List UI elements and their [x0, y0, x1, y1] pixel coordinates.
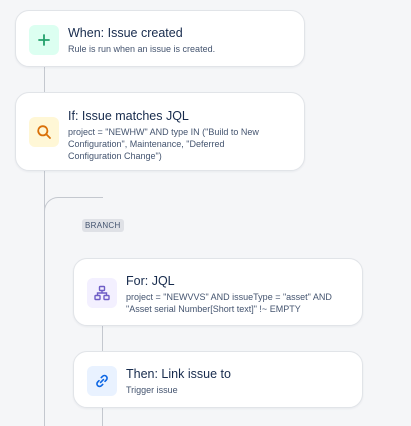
- trigger-icon-box: [29, 25, 59, 55]
- plus-icon: [38, 34, 50, 46]
- condition-description: project = "NEWHW" AND type IN ("Build to…: [68, 127, 259, 161]
- trigger-description: Rule is run when an issue is created.: [68, 44, 216, 54]
- search-icon: [37, 125, 51, 139]
- condition-title: If: Issue matches JQL: [68, 109, 189, 123]
- branch-title: For: JQL: [126, 274, 175, 288]
- hierarchy-icon: [94, 285, 110, 301]
- condition-card[interactable]: If: Issue matches JQL project = "NEWHW" …: [15, 92, 305, 171]
- branch-description: project = "NEWVVS" AND issueType = "asse…: [126, 292, 332, 314]
- action-card[interactable]: Then: Link issue to Trigger issue: [73, 351, 363, 408]
- action-icon-box: [87, 366, 117, 396]
- link-icon: [96, 374, 108, 388]
- branch-icon-box: [87, 278, 117, 308]
- action-title: Then: Link issue to: [126, 367, 231, 381]
- action-description: Trigger issue: [126, 385, 178, 395]
- connector-branch-continue: [102, 407, 103, 426]
- connector-trigger-condition: [44, 66, 45, 93]
- branch-card[interactable]: For: JQL project = "NEWVVS" AND issueTyp…: [73, 258, 363, 326]
- trigger-card[interactable]: When: Issue created Rule is run when an …: [15, 10, 305, 67]
- connector-branch-action: [102, 325, 103, 352]
- condition-icon-box: [29, 117, 59, 147]
- trigger-title: When: Issue created: [68, 26, 183, 40]
- branch-badge: BRANCH: [82, 219, 124, 232]
